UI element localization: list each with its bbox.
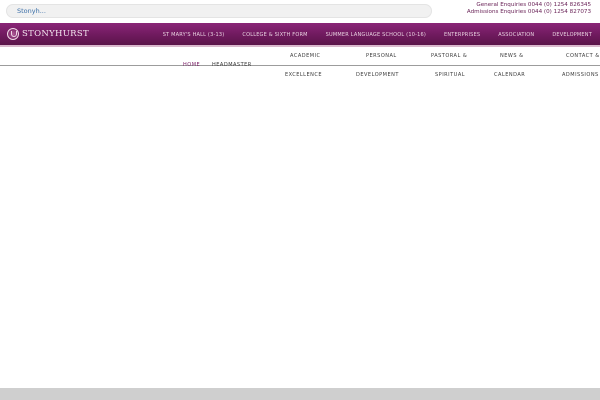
- nav-development-label: DEVELOPMENT: [356, 72, 399, 78]
- nav-st-marys-hall[interactable]: ST MARY'S HALL (3-13): [163, 32, 225, 38]
- crest-icon: [7, 28, 19, 40]
- nav-summer-language-school[interactable]: SUMMER LANGUAGE SCHOOL (10-16): [326, 32, 426, 38]
- nav-news-label: NEWS &: [500, 53, 524, 59]
- nav-academic-label: ACADEMIC: [290, 53, 321, 59]
- nav-admissions-label: ADMISSIONS: [562, 72, 599, 78]
- search-bar[interactable]: Stonyh...: [6, 4, 432, 18]
- logo-text: STONYHURST: [22, 29, 89, 39]
- enquiries-panel: General Enquiries 0044 (0) 1254 826345 A…: [467, 2, 591, 16]
- nav-calendar-label: CALENDAR: [494, 72, 526, 78]
- footer-bar: [0, 388, 600, 400]
- nav-personal-development[interactable]: PERSONAL DEVELOPMENT: [356, 53, 399, 78]
- nav-contact-label: CONTACT &: [566, 53, 600, 59]
- nav-pastoral-spiritual[interactable]: PASTORAL & SPIRITUAL: [431, 53, 467, 78]
- nav-headmaster[interactable]: HEADMASTER: [212, 62, 252, 68]
- admissions-enquiries: Admissions Enquiries 0044 (0) 1254 82707…: [466, 9, 591, 15]
- nav-excellence-label: EXCELLENCE: [285, 72, 322, 78]
- nav-contact-admissions[interactable]: CONTACT & ADMISSIONS: [562, 53, 600, 78]
- school-nav: ST MARY'S HALL (3-13) COLLEGE & SIXTH FO…: [163, 23, 600, 47]
- nav-academic-excellence[interactable]: ACADEMIC EXCELLENCE: [285, 53, 322, 78]
- nav-news-calendar[interactable]: NEWS & CALENDAR: [494, 53, 525, 78]
- nav-spiritual-label: SPIRITUAL: [435, 72, 466, 78]
- nav-college-sixth-form[interactable]: COLLEGE & SIXTH FORM: [242, 32, 307, 38]
- nav-pastoral-label: PASTORAL &: [431, 53, 468, 59]
- nav-association[interactable]: ASSOCIATION: [498, 32, 534, 38]
- search-input[interactable]: Stonyh...: [17, 6, 46, 17]
- nav-development[interactable]: DEVELOPMENT: [552, 32, 592, 38]
- nav-enterprises[interactable]: ENTERPRISES: [444, 32, 480, 38]
- site-header: STONYHURST ST MARY'S HALL (3-13) COLLEGE…: [0, 23, 600, 47]
- logo[interactable]: STONYHURST: [7, 28, 89, 40]
- general-enquiries: General Enquiries 0044 (0) 1254 826345: [476, 2, 591, 8]
- nav-personal-label: PERSONAL: [366, 53, 397, 59]
- nav-home[interactable]: HOME: [183, 62, 200, 68]
